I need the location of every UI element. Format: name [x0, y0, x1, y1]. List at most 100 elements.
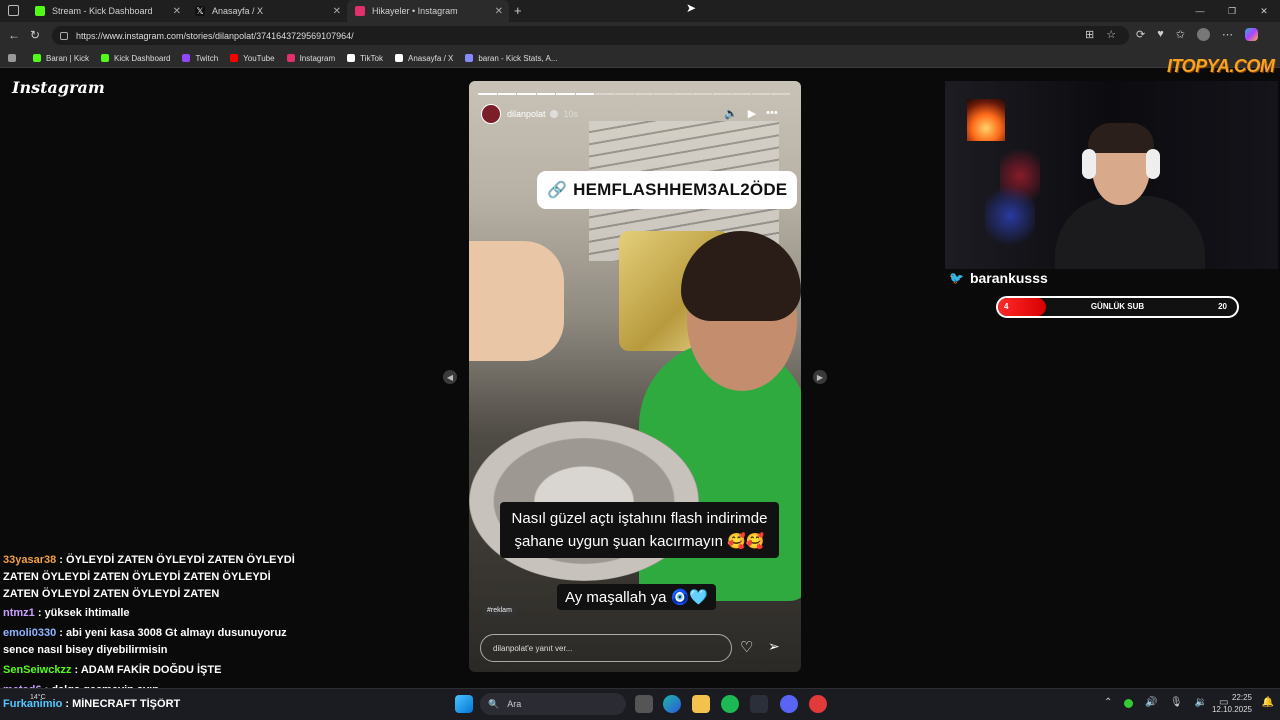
- chat-username: emoli0330: [3, 627, 57, 639]
- address-bar[interactable]: https://www.instagram.com/stories/dilanp…: [52, 26, 1129, 45]
- favorite-star-icon[interactable]: ☆: [1106, 28, 1116, 41]
- close-icon[interactable]: ✕: [173, 6, 181, 17]
- profile-avatar[interactable]: [1196, 28, 1210, 41]
- app-icon[interactable]: [809, 695, 827, 713]
- send-icon[interactable]: ➢: [768, 638, 780, 655]
- bookmarks-bar: Baran | Kick Kick Dashboard Twitch YouTu…: [0, 49, 1280, 68]
- bookmark-youtube[interactable]: YouTube: [230, 54, 275, 63]
- story-reply-input[interactable]: dilanpolat'e yanıt ver...: [480, 634, 732, 662]
- link-icon: 🔗: [547, 182, 568, 199]
- microphone-icon[interactable]: 🎙: [1170, 697, 1183, 708]
- taskbar-clock[interactable]: 22:25 12.10.2025: [1212, 692, 1252, 716]
- link-sticker-text: HEMFLASHHEM3AL2ÖDE: [573, 180, 788, 199]
- story-time: 10s: [563, 109, 579, 119]
- twitter-handle-text: barankusss: [969, 270, 1048, 286]
- minimize-icon[interactable]: —: [1184, 6, 1216, 16]
- tab-actions-icon[interactable]: [8, 5, 19, 16]
- bookmark-x[interactable]: Anasayfa / X: [394, 54, 453, 63]
- next-story-button[interactable]: ▶: [813, 370, 827, 384]
- verified-icon: [549, 110, 558, 118]
- chevron-up-icon[interactable]: ⌃: [1104, 697, 1112, 708]
- search-placeholder: Ara: [507, 699, 522, 709]
- back-icon[interactable]: ←: [8, 28, 20, 42]
- kick-icon: [100, 54, 109, 62]
- tab-instagram-stories[interactable]: Hikayeler • Instagram ✕: [347, 0, 509, 22]
- weather-widget[interactable]: 14°C: [30, 694, 46, 701]
- instagram-logo[interactable]: Instagram: [12, 78, 105, 97]
- kick-icon: [35, 6, 45, 16]
- close-icon[interactable]: ✕: [495, 6, 503, 17]
- close-icon[interactable]: ✕: [333, 6, 341, 17]
- site-info-icon[interactable]: [60, 31, 68, 40]
- progress-segment: [693, 93, 712, 95]
- progress-segment: [595, 93, 614, 95]
- like-heart-icon[interactable]: ♡: [740, 638, 753, 656]
- extensions-icon[interactable]: ⟳: [1136, 28, 1145, 41]
- performance-icon[interactable]: ♥: [1157, 28, 1164, 41]
- chat-username: ntmz1: [3, 607, 35, 619]
- headphone-icon: [1082, 149, 1096, 179]
- tab-strip: Stream - Kick Dashboard ✕ 𝕏 Anasayfa / X…: [0, 0, 1280, 22]
- volume-icon[interactable]: 🔈: [724, 107, 738, 120]
- taskbar-search[interactable]: 🔍 Ara: [480, 693, 626, 715]
- more-options-icon[interactable]: •••: [766, 107, 778, 120]
- progress-segment: [614, 93, 634, 95]
- webcam-overlay: [945, 81, 1278, 269]
- story-link-sticker[interactable]: 🔗 HEMFLASHHEM3AL2ÖDE: [537, 171, 798, 209]
- tab-title: Stream - Kick Dashboard: [52, 6, 153, 16]
- instagram-icon: [286, 54, 295, 62]
- speaker-icon[interactable]: 🔊: [1145, 697, 1157, 708]
- story-progress-bar: [478, 93, 790, 95]
- instagram-icon: [355, 6, 365, 16]
- chat-message: ntmz1 : yüksek ihtimalle: [3, 607, 130, 619]
- avatar[interactable]: [481, 104, 501, 124]
- bookmarks-folder-icon[interactable]: [8, 54, 21, 62]
- chat-text: ADAM FAKİR DOĞDU İŞTE: [80, 664, 222, 676]
- story-header[interactable]: dilanpolat 10s: [481, 104, 578, 124]
- collections-icon[interactable]: ✩: [1176, 28, 1185, 41]
- reload-icon[interactable]: ↻: [30, 28, 40, 42]
- notification-bell-icon[interactable]: 🔔: [1262, 697, 1274, 708]
- bookmark-twitch[interactable]: Twitch: [182, 54, 218, 63]
- volume-icon[interactable]: 🔉: [1195, 697, 1207, 708]
- task-view-icon[interactable]: [635, 695, 653, 713]
- spotify-icon[interactable]: [721, 695, 739, 713]
- bookmark-baran-kick[interactable]: Baran | Kick: [33, 54, 89, 63]
- progress-segment: [751, 93, 771, 95]
- app-icon[interactable]: [750, 695, 768, 713]
- tab-x-home[interactable]: 𝕏 Anasayfa / X ✕: [187, 0, 347, 22]
- new-tab-button[interactable]: +: [514, 3, 522, 18]
- app-icon[interactable]: ⊞: [1085, 28, 1094, 41]
- progress-segment: [478, 93, 497, 95]
- story-username[interactable]: dilanpolat: [507, 109, 546, 119]
- bookmark-kick-stats[interactable]: baran - Kick Stats, A...: [465, 54, 558, 63]
- tab-kick-dashboard[interactable]: Stream - Kick Dashboard ✕: [27, 0, 187, 22]
- menu-icon[interactable]: ⋯: [1222, 28, 1233, 41]
- edge-icon[interactable]: [663, 695, 681, 713]
- previous-story-button[interactable]: ◀: [443, 370, 457, 384]
- progress-segment: [497, 93, 517, 95]
- copilot-icon[interactable]: [1244, 28, 1258, 41]
- play-icon[interactable]: ▶: [748, 107, 756, 120]
- x-icon: 𝕏: [195, 6, 205, 16]
- progress-segment: [575, 93, 595, 95]
- story-controls: 🔈 ▶ •••: [724, 107, 778, 120]
- bookmark-instagram[interactable]: Instagram: [286, 54, 335, 63]
- chat-message: emoli0330 : abi yeni kasa 3008 Gt almayı…: [3, 627, 287, 656]
- bookmark-kick-dashboard[interactable]: Kick Dashboard: [100, 54, 170, 63]
- twitter-bird-icon: 🐦: [949, 271, 964, 285]
- bookmark-tiktok[interactable]: TikTok: [347, 54, 383, 63]
- close-window-icon[interactable]: ✕: [1248, 6, 1280, 17]
- app-status-icon[interactable]: [1124, 699, 1134, 708]
- window-controls: — ❐ ✕: [1184, 0, 1280, 22]
- file-explorer-icon[interactable]: [692, 695, 710, 713]
- chat-text: yüksek ihtimalle: [44, 607, 130, 619]
- reply-placeholder: dilanpolat'e yanıt ver...: [493, 643, 573, 653]
- headphone-icon: [1146, 149, 1160, 179]
- discord-icon[interactable]: [780, 695, 798, 713]
- x-icon: [394, 54, 403, 62]
- maximize-icon[interactable]: ❐: [1216, 6, 1248, 17]
- address-actions: ⊞ ☆: [1085, 28, 1116, 41]
- progress-segment: [556, 93, 575, 95]
- start-icon[interactable]: [455, 695, 473, 713]
